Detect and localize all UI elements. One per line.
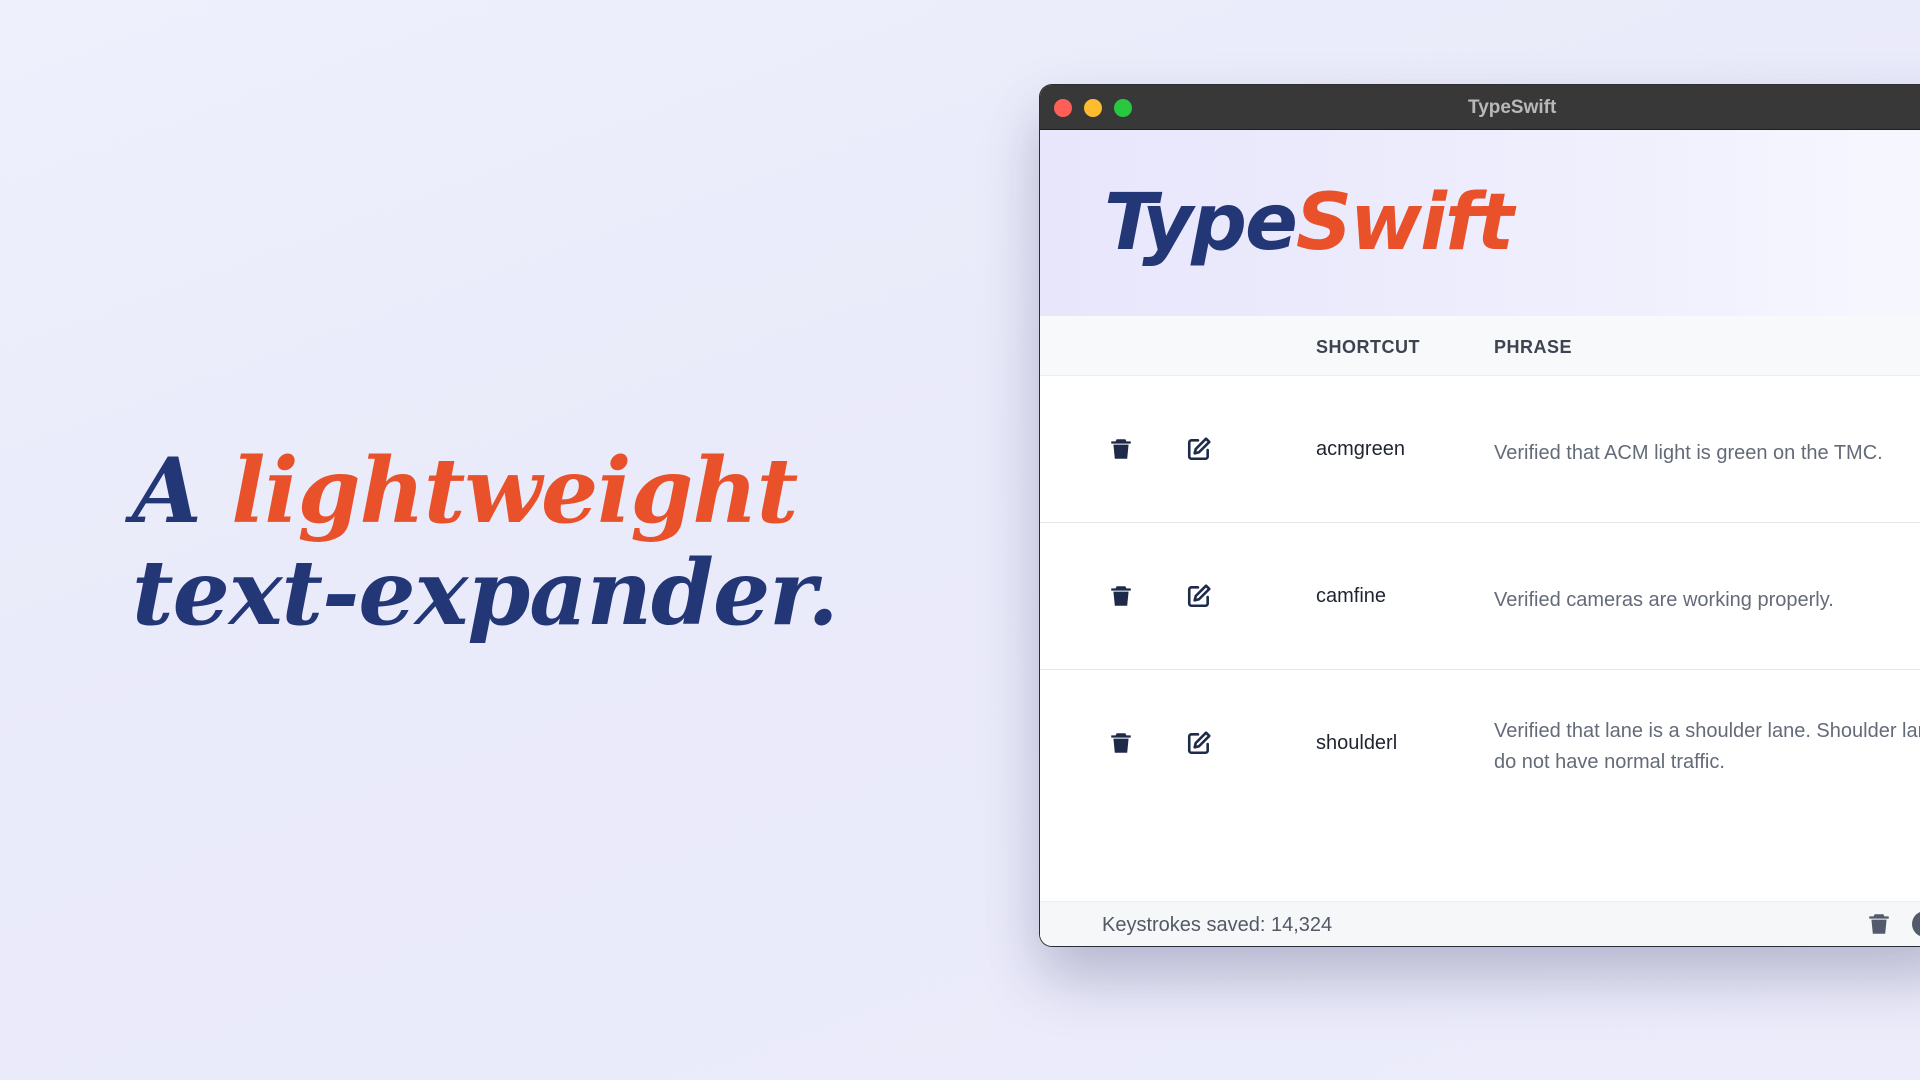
close-window-button[interactable] [1054,99,1072,117]
shortcut-list: acmgreen Verified that ACM light is gree… [1040,376,1920,826]
headline-accent-word: lightweight [231,438,798,544]
headline-line-2: text-expander. [132,540,839,646]
zoom-window-button[interactable] [1114,99,1132,117]
app-header: TypeSwift [1040,130,1920,316]
edit-icon[interactable] [1186,436,1212,462]
shortcut-cell: shoulderl [1316,732,1398,754]
column-header-shortcut: SHORTCUT [1316,337,1420,357]
trash-icon[interactable] [1108,730,1134,756]
shortcut-cell: acmgreen [1316,438,1405,460]
phrase-cell: Verified that ACM light is green on the … [1494,442,1883,464]
gear-icon[interactable] [1912,911,1920,937]
shortcut-cell: camfine [1316,585,1387,607]
headline-word-a: A [132,438,202,544]
window-titlebar[interactable]: TypeSwift [1040,85,1920,130]
trash-icon[interactable] [1108,436,1134,462]
column-header-phrase: PHRASE [1494,337,1573,357]
headline-line-1: A lightweight [132,440,838,542]
keystrokes-saved-counter: Keystrokes saved: 14,324 [1102,914,1333,936]
trash-icon[interactable] [1866,911,1892,937]
edit-icon[interactable] [1186,730,1212,756]
logo-swift: Swift [1295,178,1514,268]
table-row: shoulderl Verified that lane is a should… [1040,670,1920,817]
trash-icon[interactable] [1108,583,1134,609]
table-header: SHORTCUT PHRASE [1040,316,1920,376]
minimize-window-button[interactable] [1084,99,1102,117]
phrase-cell: Verified that lane is a shoulder lane. S… [1494,720,1920,773]
table-row: acmgreen Verified that ACM light is gree… [1040,376,1920,523]
hero-headline: A lightweight text-expander. [132,440,839,646]
app-logo: TypeSwift [1104,178,1514,268]
edit-icon[interactable] [1186,583,1212,609]
logo-type: Type [1104,178,1298,268]
window-title: TypeSwift [1468,97,1557,118]
phrase-cell: Verified cameras are working properly. [1494,589,1834,611]
app-window: TypeSwift TypeSwift SHORTCUT PHRASE acmg… [1040,85,1920,946]
status-bar: Keystrokes saved: 14,324 [1040,901,1920,946]
table-row: camfine Verified cameras are working pro… [1040,523,1920,670]
